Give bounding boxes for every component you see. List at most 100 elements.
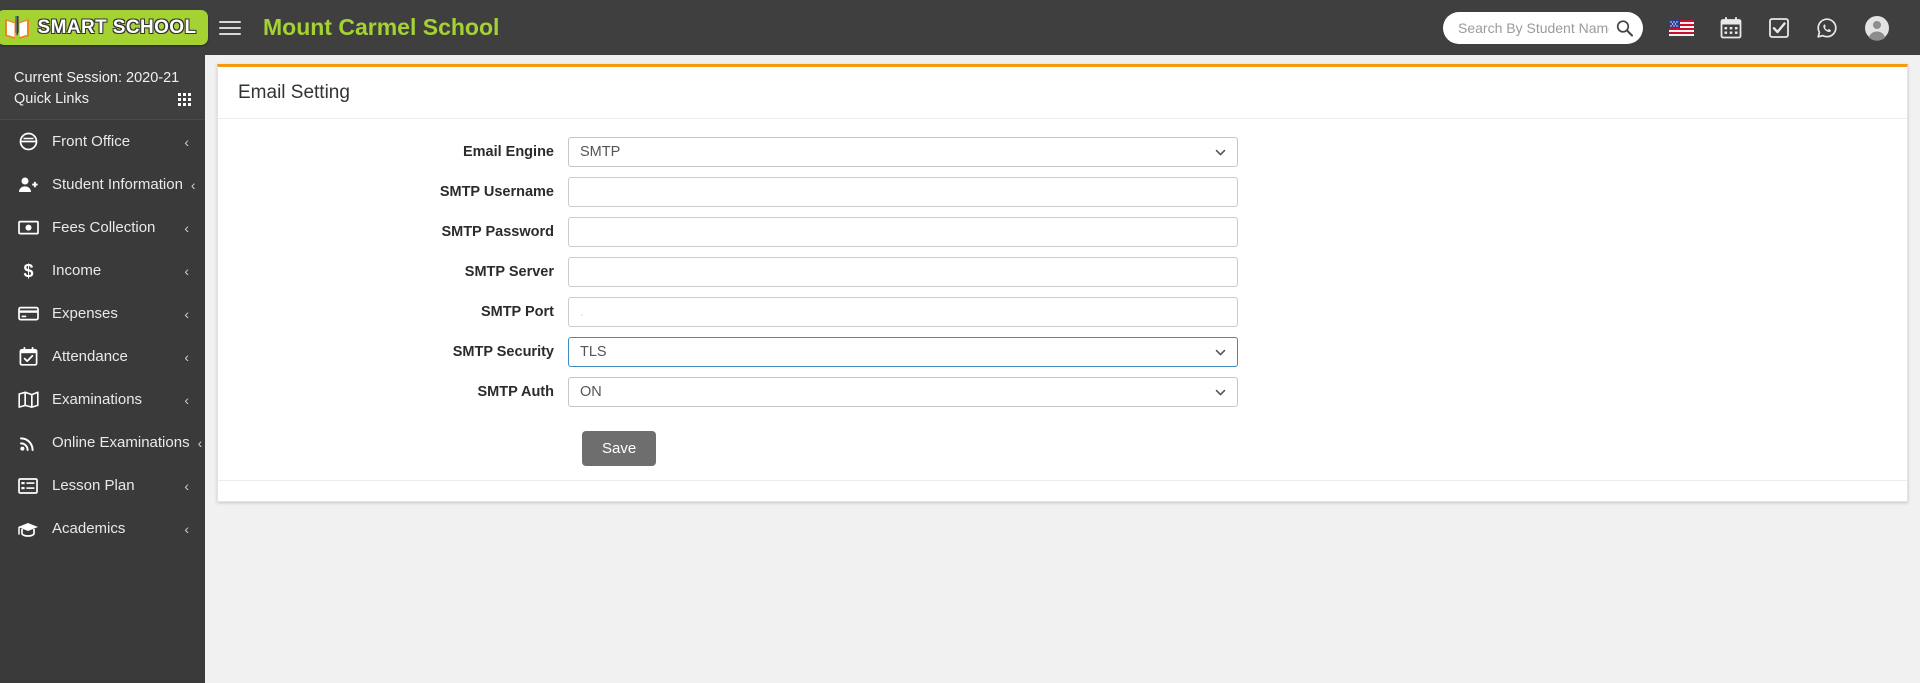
graduation-cap-icon xyxy=(17,521,39,537)
chevron-down-icon xyxy=(1215,149,1226,155)
checkbox-icon[interactable] xyxy=(1768,17,1790,39)
panel-header: Email Setting xyxy=(218,67,1907,119)
page-title: Email Setting xyxy=(238,82,350,103)
sidebar-item-fees-collection[interactable]: Fees Collection ‹ xyxy=(0,206,205,249)
save-button[interactable]: Save xyxy=(582,431,657,466)
svg-text:$: $ xyxy=(23,261,33,281)
main-content: Email Setting Email Engine SMTP SMTP Use… xyxy=(205,55,1920,683)
grid-icon[interactable] xyxy=(178,92,191,106)
chevron-left-icon: ‹ xyxy=(184,391,189,408)
chevron-left-icon: ‹ xyxy=(184,520,189,537)
sidebar-item-label: Income xyxy=(52,262,102,279)
app-logo[interactable]: SMART SCHOOL xyxy=(0,10,209,45)
form-row-smtp-password: SMTP Password xyxy=(238,217,1887,247)
email-engine-label: Email Engine xyxy=(462,144,554,160)
smtp-username-input[interactable] xyxy=(568,177,1238,207)
form-row-email-engine: Email Engine SMTP xyxy=(238,137,1887,167)
sidebar-item-student-information[interactable]: Student Information ‹ xyxy=(0,163,205,206)
smtp-security-select[interactable]: TLS xyxy=(568,337,1238,367)
form-row-smtp-security: SMTP Security TLS xyxy=(238,337,1887,367)
session-block: Current Session: 2020-21 Quick Links xyxy=(0,55,205,120)
chevron-left-icon: ‹ xyxy=(184,219,189,236)
chevron-left-icon: ‹ xyxy=(184,477,189,494)
smtp-password-input[interactable] xyxy=(568,217,1238,247)
chevron-left-icon: ‹ xyxy=(190,176,196,193)
whatsapp-icon[interactable] xyxy=(1816,17,1838,39)
smtp-password-field xyxy=(568,217,1238,247)
sidebar-item-examinations[interactable]: Examinations ‹ xyxy=(0,378,205,421)
rss-icon xyxy=(17,434,39,452)
chevron-down-icon xyxy=(1215,349,1226,355)
list-alt-icon xyxy=(17,477,39,494)
chevron-left-icon: ‹ xyxy=(184,262,189,279)
sidebar-item-expenses[interactable]: Expenses ‹ xyxy=(0,292,205,335)
smtp-auth-value: ON xyxy=(580,384,602,400)
sidebar-item-online-examinations[interactable]: Online Examinations ‹ xyxy=(0,421,205,464)
sidebar-item-label: Attendance xyxy=(52,348,128,365)
search-input[interactable] xyxy=(1443,11,1643,44)
sidebar-item-label: Front Office xyxy=(52,133,131,150)
sidebar-item-label: Fees Collection xyxy=(52,219,156,236)
calendar-check-icon xyxy=(17,347,39,366)
search-box[interactable] xyxy=(1443,11,1643,44)
quick-links-row[interactable]: Quick Links xyxy=(14,91,191,107)
sidebar-item-label: Online Examinations xyxy=(52,434,190,451)
sidebar-item-attendance[interactable]: Attendance ‹ xyxy=(0,335,205,378)
sidebar-item-lesson-plan[interactable]: Lesson Plan ‹ xyxy=(0,464,205,507)
email-engine-value: SMTP xyxy=(580,144,621,160)
smtp-port-input[interactable] xyxy=(568,297,1238,327)
panel-footer xyxy=(218,480,1907,538)
form-row-smtp-username: SMTP Username xyxy=(238,177,1887,207)
smtp-server-input[interactable] xyxy=(568,257,1238,287)
sidebar-item-front-office[interactable]: Front Office ‹ xyxy=(0,120,205,163)
smtp-port-label: SMTP Port xyxy=(480,304,554,320)
chevron-left-icon: ‹ xyxy=(184,305,189,322)
hamburger-icon[interactable] xyxy=(219,20,241,35)
smtp-security-value: TLS xyxy=(580,344,607,360)
credit-card-icon xyxy=(17,306,39,321)
user-avatar-icon[interactable] xyxy=(1864,15,1890,41)
smtp-server-field xyxy=(568,257,1238,287)
sidebar-item-label: Academics xyxy=(52,520,126,537)
chevron-left-icon: ‹ xyxy=(197,434,203,451)
smtp-auth-select[interactable]: ON xyxy=(568,377,1238,407)
top-bar: SMART SCHOOL Mount Carmel School xyxy=(0,0,1920,55)
email-engine-select[interactable]: SMTP xyxy=(568,137,1238,167)
sidebar-item-label: Examinations xyxy=(52,391,143,408)
current-session-label: Current Session: 2020-21 xyxy=(14,70,180,86)
sidebar-item-label: Expenses xyxy=(52,305,118,322)
smtp-security-field: TLS xyxy=(568,337,1238,367)
sidebar-item-academics[interactable]: Academics ‹ xyxy=(0,507,205,550)
form-actions: Save xyxy=(238,417,1887,466)
email-engine-field: SMTP xyxy=(568,137,1238,167)
sidebar-item-income[interactable]: $ Income ‹ xyxy=(0,249,205,292)
language-flag-icon[interactable] xyxy=(1669,19,1694,36)
chevron-left-icon: ‹ xyxy=(184,133,189,150)
smtp-auth-label: SMTP Auth xyxy=(477,384,554,400)
email-setting-form: Email Engine SMTP SMTP Username SMTP Pas… xyxy=(218,119,1907,466)
smtp-server-label: SMTP Server xyxy=(464,264,554,280)
smtp-username-field xyxy=(568,177,1238,207)
calendar-icon[interactable] xyxy=(1720,16,1742,39)
dollar-icon: $ xyxy=(17,261,39,281)
form-row-smtp-port: SMTP Port xyxy=(238,297,1887,327)
book-open-icon xyxy=(17,391,39,408)
front-office-icon xyxy=(17,132,39,151)
sidebar: Current Session: 2020-21 Quick Links Fro… xyxy=(0,55,205,683)
smtp-auth-field: ON xyxy=(568,377,1238,407)
smtp-port-field xyxy=(568,297,1238,327)
email-setting-panel: Email Setting Email Engine SMTP SMTP Use… xyxy=(217,64,1908,502)
smtp-password-label: SMTP Password xyxy=(441,224,554,240)
student-add-icon xyxy=(17,175,39,194)
quick-links-label: Quick Links xyxy=(14,91,89,107)
sidebar-item-label: Student Information xyxy=(52,176,183,193)
school-name-title: Mount Carmel School xyxy=(263,14,500,40)
brand-zone: SMART SCHOOL xyxy=(0,0,209,55)
sidebar-item-label: Lesson Plan xyxy=(52,477,135,494)
form-row-smtp-auth: SMTP Auth ON xyxy=(238,377,1887,407)
smtp-username-label: SMTP Username xyxy=(439,184,554,200)
search-icon[interactable] xyxy=(1616,19,1633,36)
form-row-smtp-server: SMTP Server xyxy=(238,257,1887,287)
money-note-icon xyxy=(17,220,39,235)
top-bar-actions xyxy=(1443,11,1920,44)
